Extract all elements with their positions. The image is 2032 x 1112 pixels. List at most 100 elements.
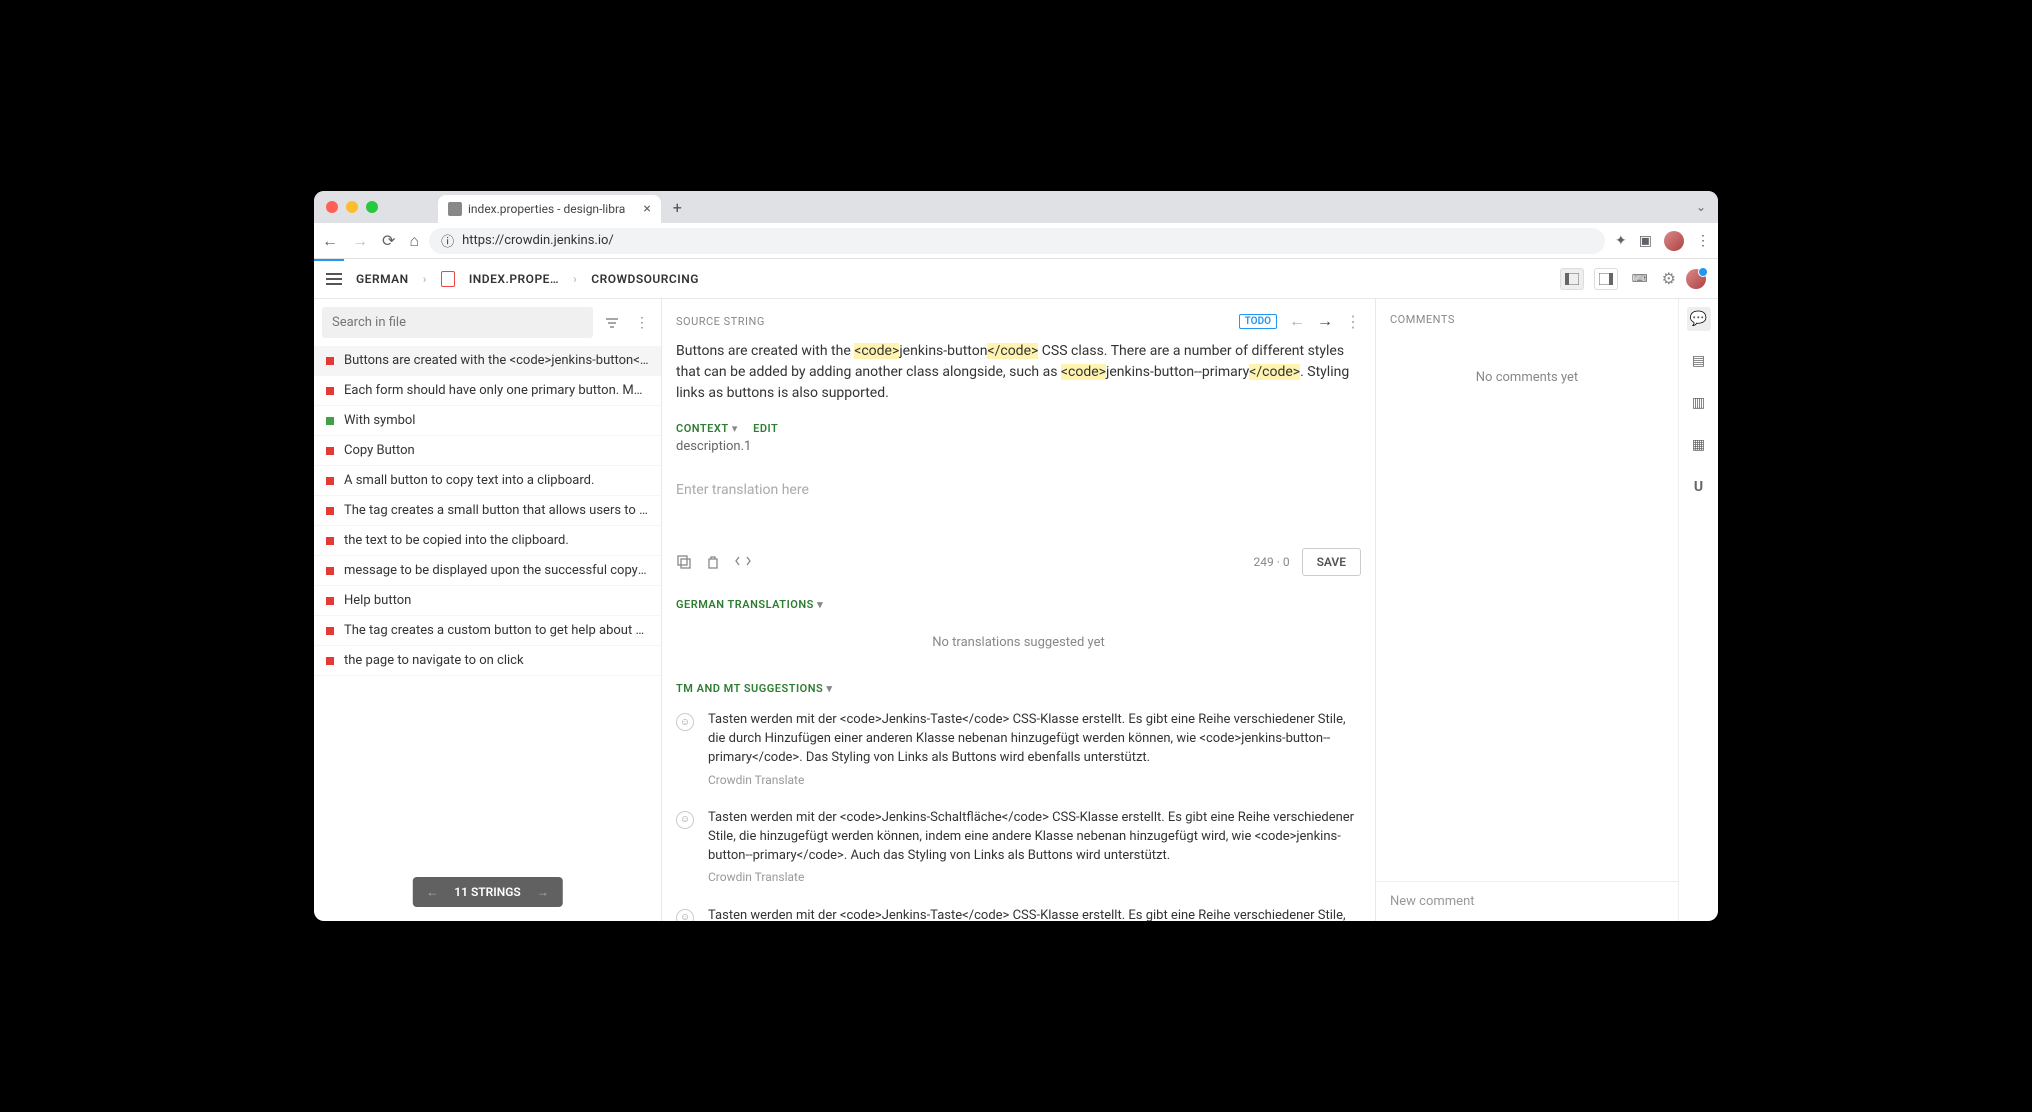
- provider-icon: ☺: [676, 713, 694, 731]
- menu-button[interactable]: [326, 273, 342, 285]
- insert-tag-icon[interactable]: [734, 554, 752, 570]
- more-icon[interactable]: ⋮: [631, 311, 653, 335]
- string-item[interactable]: A small button to copy text into a clipb…: [314, 466, 661, 496]
- string-text: Each form should have only one primary b…: [344, 383, 649, 398]
- clear-icon[interactable]: [706, 554, 720, 570]
- suggestion-provider: Crowdin Translate: [708, 772, 1361, 789]
- string-item[interactable]: With symbol: [314, 406, 661, 436]
- string-item[interactable]: the page to navigate to on click: [314, 646, 661, 676]
- back-button[interactable]: ←: [322, 231, 338, 251]
- suggestion-body: Tasten werden mit der <code>Jenkins-Tast…: [708, 711, 1361, 789]
- status-indicator: [326, 597, 334, 605]
- filter-icon[interactable]: [601, 313, 623, 333]
- layout-split-button[interactable]: [1594, 268, 1618, 290]
- new-comment-input[interactable]: New comment: [1376, 881, 1678, 921]
- provider-icon: ☺: [676, 909, 694, 921]
- status-indicator: [326, 417, 334, 425]
- site-info-icon[interactable]: ⓘ: [441, 231, 454, 250]
- info-tab-icon[interactable]: ▦: [1687, 433, 1711, 457]
- tabs-dropdown-icon[interactable]: ⌄: [1696, 200, 1706, 214]
- suggestion-item[interactable]: ☺Tasten werden mit der <code>Jenkins-Tas…: [662, 897, 1375, 921]
- context-edit-button[interactable]: EDIT: [753, 422, 778, 435]
- string-item[interactable]: the text to be copied into the clipboard…: [314, 526, 661, 556]
- minimize-window-button[interactable]: [346, 201, 358, 213]
- new-tab-button[interactable]: +: [673, 198, 682, 217]
- breadcrumb-file[interactable]: INDEX.PROPE…: [469, 272, 559, 286]
- no-translations: No translations suggested yet: [662, 617, 1375, 668]
- browser-window: index.properties - design-libra × + ⌄ ← …: [314, 191, 1718, 921]
- string-item[interactable]: Copy Button: [314, 436, 661, 466]
- suggestion-item[interactable]: ☺ Tasten werden mit der <code>Jenkins-Tas…: [662, 701, 1375, 799]
- string-item[interactable]: Buttons are created with the <code>jenki…: [314, 346, 661, 376]
- suggestion-body: Tasten werden mit der <code>Jenkins-Scha…: [708, 809, 1361, 887]
- save-button[interactable]: SAVE: [1302, 548, 1361, 576]
- mini-sidebar: 💬 ▤ ▥ ▦ U: [1678, 299, 1718, 921]
- context-value: description.1: [662, 437, 1375, 468]
- translation-input[interactable]: [676, 482, 1361, 522]
- layout-side-button[interactable]: [1560, 268, 1584, 290]
- status-indicator: [326, 357, 334, 365]
- prev-page-button[interactable]: ←: [426, 885, 438, 899]
- string-text: Copy Button: [344, 443, 415, 458]
- comments-tab-icon[interactable]: 💬: [1687, 307, 1711, 331]
- todo-badge: TODO: [1239, 314, 1277, 329]
- string-item[interactable]: message to be displayed upon the success…: [314, 556, 661, 586]
- string-item[interactable]: Each form should have only one primary b…: [314, 376, 661, 406]
- prev-string-button[interactable]: ←: [1289, 311, 1305, 331]
- string-text: With symbol: [344, 413, 415, 428]
- forward-button[interactable]: →: [352, 231, 368, 251]
- suggestions-list: ☺ Tasten werden mit der <code>Jenkins-Tas…: [662, 701, 1375, 921]
- breadcrumb-language[interactable]: GERMAN: [356, 272, 409, 286]
- provider-icon: ☺: [676, 811, 694, 829]
- profile-avatar[interactable]: [1664, 231, 1684, 251]
- string-text: Help button: [344, 593, 411, 608]
- comments-header: COMMENTS: [1376, 299, 1678, 340]
- string-item[interactable]: The tag creates a small button that allo…: [314, 496, 661, 526]
- panel-icon[interactable]: ▣: [1639, 233, 1652, 249]
- reload-button[interactable]: ⟳: [382, 231, 395, 250]
- char-count: 249 · 0: [1253, 555, 1289, 569]
- tab-title: index.properties - design-libra: [468, 202, 625, 216]
- source-text: Buttons are created with the <code>jenki…: [662, 331, 1375, 418]
- terms-tab-icon[interactable]: ▤: [1687, 349, 1711, 373]
- string-text: The tag creates a custom button to get h…: [344, 623, 649, 638]
- chevron-right-icon: ›: [573, 272, 577, 286]
- file-icon: [441, 271, 455, 287]
- crowdin-app: GERMAN › INDEX.PROPE… › CROWDSOURCING ⌨ …: [314, 259, 1718, 921]
- home-button[interactable]: ⌂: [409, 231, 419, 251]
- search-input[interactable]: [322, 307, 593, 338]
- next-page-button[interactable]: →: [537, 885, 549, 899]
- source-string-label: SOURCE STRING: [676, 315, 765, 328]
- copy-source-icon[interactable]: [676, 554, 692, 570]
- comments-panel: COMMENTS No comments yet New comment: [1376, 299, 1678, 921]
- chevron-right-icon: ›: [423, 272, 427, 286]
- status-indicator: [326, 567, 334, 575]
- user-avatar[interactable]: [1686, 269, 1706, 289]
- files-tab-icon[interactable]: ▥: [1687, 391, 1711, 415]
- address-bar: ← → ⟳ ⌂ ⓘ https://crowdin.jenkins.io/ ✦ …: [314, 223, 1718, 259]
- editor-panel: SOURCE STRING TODO ← → ⋮ Buttons are cre…: [662, 299, 1376, 921]
- string-item[interactable]: The tag creates a custom button to get h…: [314, 616, 661, 646]
- no-comments: No comments yet: [1376, 370, 1678, 385]
- browser-tab[interactable]: index.properties - design-libra ×: [438, 195, 661, 223]
- strings-count: 11 STRINGS: [454, 885, 520, 899]
- next-string-button[interactable]: →: [1317, 311, 1333, 331]
- url-field[interactable]: ⓘ https://crowdin.jenkins.io/: [429, 228, 1605, 254]
- strings-panel: ⋮ Buttons are created with the <code>jen…: [314, 299, 662, 921]
- browser-menu-icon[interactable]: ⋮: [1696, 233, 1710, 249]
- string-menu-icon[interactable]: ⋮: [1345, 312, 1361, 331]
- breadcrumb-mode[interactable]: CROWDSOURCING: [591, 272, 699, 286]
- underline-tab-icon[interactable]: U: [1687, 475, 1711, 499]
- keyboard-icon[interactable]: ⌨: [1628, 268, 1652, 290]
- string-list: Buttons are created with the <code>jenki…: [314, 346, 661, 921]
- status-indicator: [326, 477, 334, 485]
- settings-icon[interactable]: ⚙: [1662, 269, 1676, 288]
- maximize-window-button[interactable]: [366, 201, 378, 213]
- string-text: the text to be copied into the clipboard…: [344, 533, 569, 548]
- status-indicator: [326, 507, 334, 515]
- tab-close-icon[interactable]: ×: [643, 201, 650, 217]
- string-item[interactable]: Help button: [314, 586, 661, 616]
- suggestion-item[interactable]: ☺ Tasten werden mit der <code>Jenkins-Sch…: [662, 799, 1375, 897]
- close-window-button[interactable]: [326, 201, 338, 213]
- extensions-icon[interactable]: ✦: [1615, 233, 1627, 249]
